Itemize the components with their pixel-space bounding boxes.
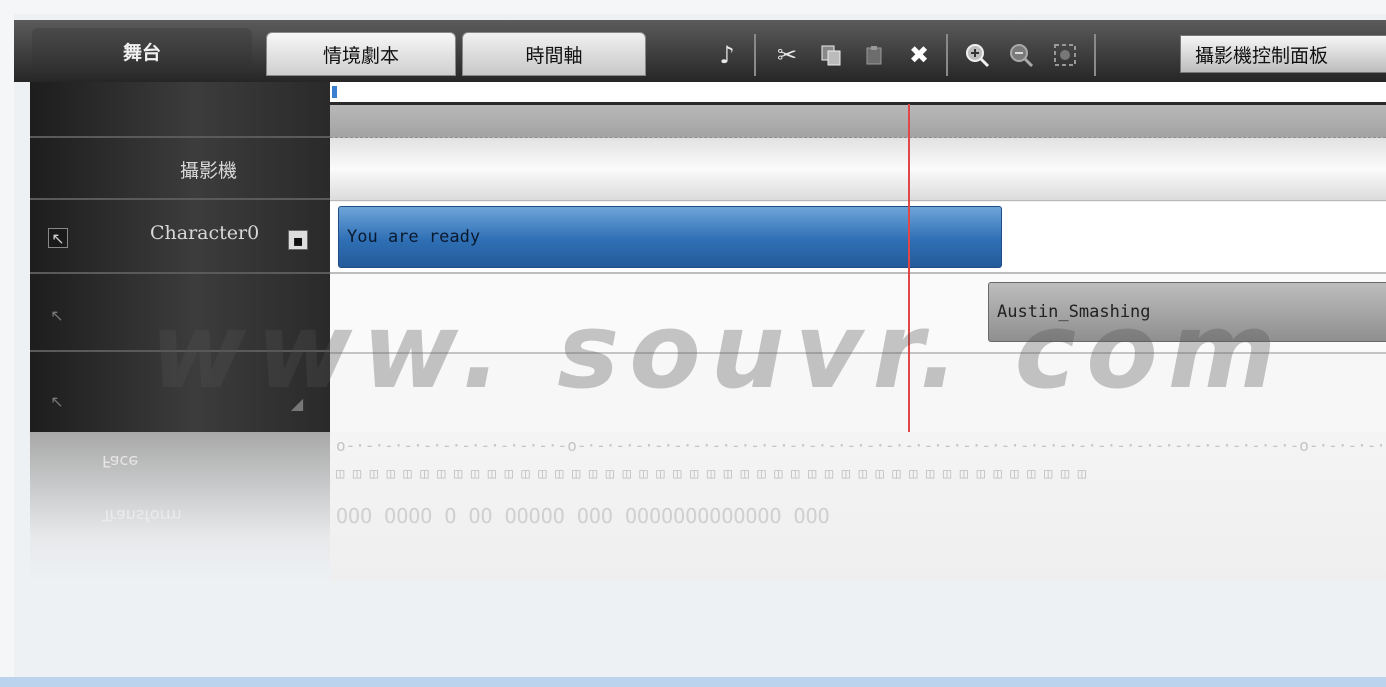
- timeline-header-band: [330, 105, 1386, 138]
- playhead[interactable]: [908, 104, 910, 432]
- track-row-camera[interactable]: 攝影機: [30, 138, 330, 200]
- zoom-in-icon[interactable]: [960, 38, 994, 72]
- top-toolbar: 舞台 情境劇本 時間軸 ♪ ✂ ✖ 攝影機控制面板: [14, 20, 1386, 82]
- ruler-start-marker[interactable]: [332, 86, 337, 98]
- track-row-character[interactable]: ↖ Character0 ▪: [30, 200, 330, 274]
- camera-track-lane[interactable]: [330, 138, 1386, 201]
- cursor-icon[interactable]: ↖: [48, 392, 66, 411]
- camera-control-panel-button[interactable]: 攝影機控制面板: [1180, 35, 1386, 73]
- motion-clip[interactable]: Austin_Smashing: [988, 282, 1386, 342]
- track-row-motion[interactable]: ↖: [30, 274, 330, 352]
- cut-icon[interactable]: ✂: [770, 38, 804, 72]
- tab-stage[interactable]: 舞台: [32, 28, 252, 74]
- delete-icon[interactable]: ✖: [902, 38, 936, 72]
- cursor-icon[interactable]: ↖: [48, 306, 66, 325]
- reflection-circle-row: OOO OOOO O OO OOOOO OOO OOOOOOOOOOOOO OO…: [336, 504, 830, 528]
- zoom-out-icon[interactable]: [1004, 38, 1038, 72]
- sub-track-lane[interactable]: [330, 354, 1386, 432]
- copy-icon[interactable]: [814, 38, 848, 72]
- character-track-label: Character0: [150, 222, 260, 244]
- music-note-icon[interactable]: ♪: [710, 38, 744, 72]
- reflection-marker-row: ◫ ◫ ◫ ◫ ◫ ◫ ◫ ◫ ◫ ◫ ◫ ◫ ◫ ◫ ◫ ◫ ◫ ◫ ◫ ◫ …: [336, 466, 1087, 482]
- bottom-border: [0, 677, 1386, 687]
- camera-track-label: 攝影機: [180, 160, 238, 182]
- track-expand-icon[interactable]: ▪: [288, 230, 308, 250]
- tab-script[interactable]: 情境劇本: [266, 32, 456, 76]
- reflection-transform-label: Transform: [102, 506, 182, 525]
- timeline-reflection: o-·-·-·-·-·-·-·-·-·-·-·-o-·-·-·-·-·-·-·-…: [330, 432, 1386, 582]
- cursor-icon[interactable]: ↖: [48, 228, 68, 248]
- reflection-keyframe-row: o-·-·-·-·-·-·-·-·-·-·-·-o-·-·-·-·-·-·-·-…: [336, 436, 1382, 455]
- track-row-header: [30, 82, 330, 138]
- toolbar-separator: [946, 34, 948, 76]
- tab-timeline[interactable]: 時間軸: [462, 32, 646, 76]
- zoom-fit-icon[interactable]: [1048, 38, 1082, 72]
- toolbar-separator: [1094, 34, 1096, 76]
- track-expand-icon[interactable]: ◢: [288, 394, 306, 413]
- reflection-face-label: Face: [102, 452, 139, 471]
- track-row-sub[interactable]: ↖ ◢: [30, 352, 330, 432]
- toolbar-separator: [754, 34, 756, 76]
- time-ruler[interactable]: [330, 82, 1386, 105]
- track-list-reflection: Face Transform: [30, 432, 330, 582]
- track-list: 攝影機 ↖ Character0 ▪ ↖ ↖ ◢: [30, 82, 330, 432]
- paste-icon[interactable]: [858, 38, 892, 72]
- timeline-area[interactable]: You are ready Austin_Smashing: [330, 82, 1386, 432]
- dialogue-clip[interactable]: You are ready: [338, 206, 1002, 268]
